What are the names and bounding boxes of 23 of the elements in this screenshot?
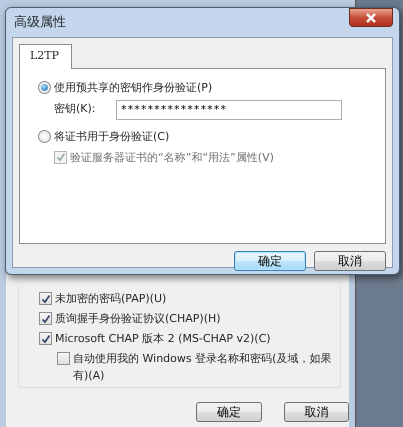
option-label: 未加密的密码(PAP)(U): [55, 291, 166, 307]
radio-button[interactable]: [38, 130, 51, 142]
close-icon: [365, 12, 377, 22]
password-field[interactable]: ****************: [116, 100, 342, 120]
option-label: 验证服务器证书的“名称”和“用法”属性(V): [70, 150, 274, 166]
option-label: 将证书用于身份验证(C): [54, 128, 170, 144]
dialog-button[interactable]: 确定: [234, 250, 306, 270]
dialog-button[interactable]: 取消: [284, 402, 349, 422]
dialog-button[interactable]: 取消: [314, 250, 386, 270]
checkbox[interactable]: [39, 312, 52, 325]
option-label: Microsoft CHAP 版本 2 (MS-CHAP v2)(C): [55, 331, 271, 347]
tab[interactable]: L2TP: [19, 44, 72, 68]
dialog-button[interactable]: 确定: [196, 402, 262, 422]
close-button[interactable]: [349, 8, 393, 27]
option-label: 使用预共享的密钥作身份验证(P): [54, 80, 212, 96]
window-title: 高级属性: [14, 14, 66, 32]
checkbox[interactable]: [39, 332, 52, 345]
radio-button[interactable]: [38, 80, 51, 94]
option-label: 质询握手身份验证协议(CHAP)(H): [55, 311, 221, 327]
checkbox[interactable]: [39, 292, 52, 305]
option-label: 自动使用我的 Windows 登录名称和密码(及域，如果有)(A): [73, 351, 332, 384]
field-label: 密钥(K):: [54, 101, 96, 118]
checkbox[interactable]: [57, 352, 70, 365]
